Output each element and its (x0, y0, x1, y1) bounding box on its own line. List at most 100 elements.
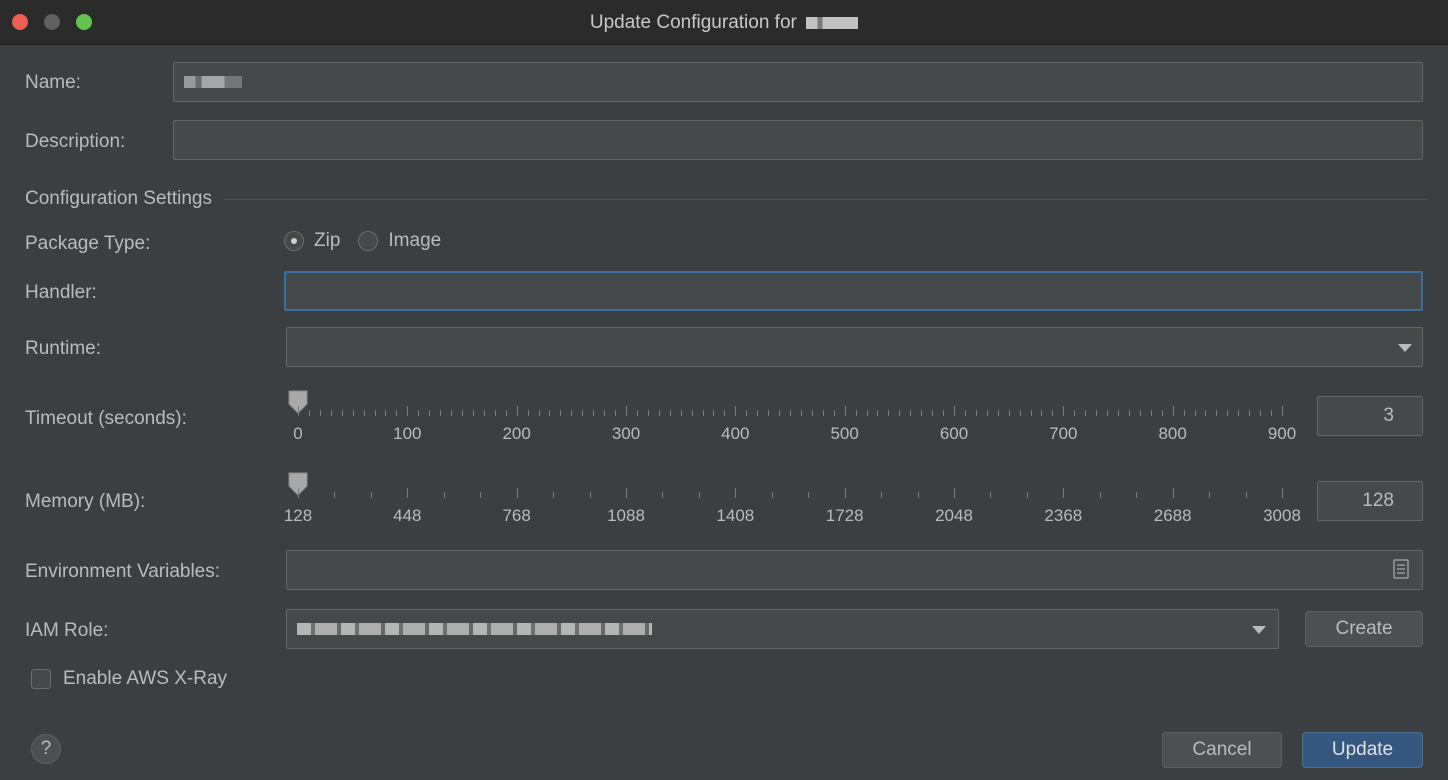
xray-label[interactable]: Enable AWS X-Ray (63, 668, 227, 690)
slider-tick (1209, 492, 1211, 498)
slider-tick (866, 410, 868, 416)
slider-tick-label: 1728 (825, 506, 864, 525)
cancel-button[interactable]: Cancel (1162, 732, 1282, 768)
slider-tick (964, 410, 966, 416)
redacted-function-name (806, 16, 859, 29)
timeout-label: Timeout (seconds): (25, 408, 187, 429)
slider-tick (790, 410, 791, 416)
slider-tick-label: 128 (283, 506, 313, 525)
slider-tick (768, 410, 770, 416)
slider-tick (822, 410, 824, 416)
timeout-ticks (298, 406, 1283, 418)
slider-tick (480, 492, 482, 498)
slider-tick (735, 488, 737, 498)
slider-tick (483, 410, 485, 416)
slider-tick (1107, 410, 1109, 416)
edit-variables-icon[interactable] (1393, 559, 1409, 579)
runtime-label: Runtime: (25, 338, 102, 359)
slider-tick (462, 410, 463, 416)
zip-radio-label[interactable]: Zip (314, 230, 340, 252)
chevron-down-icon (1252, 626, 1266, 634)
slider-tick (669, 410, 671, 416)
slider-tick (451, 410, 453, 416)
slider-tick (1271, 410, 1273, 416)
slider-tick (516, 406, 518, 416)
slider-tick (1150, 410, 1152, 416)
iam-role-dropdown[interactable] (286, 609, 1279, 649)
slider-tick (658, 410, 660, 416)
slider-tick (370, 492, 372, 498)
handler-label: Handler: (25, 282, 97, 303)
slider-tick (527, 410, 529, 416)
window-title-container: Update Configuration for (0, 12, 1448, 34)
slider-tick (1238, 410, 1240, 416)
slider-tick (1172, 406, 1174, 416)
slider-tick (713, 410, 715, 416)
slider-tick-label: 900 (1267, 424, 1297, 443)
image-radio[interactable] (358, 231, 379, 251)
slider-tick (932, 410, 934, 416)
slider-tick (1245, 492, 1247, 498)
memory-slider[interactable]: 128 448 768 1088 1408 1728 2048 2368 2688 3008 (283, 472, 1301, 532)
slider-tick (954, 488, 955, 498)
slider-tick (1136, 492, 1138, 498)
package-type-label: Package Type: (25, 233, 151, 254)
create-role-button[interactable]: Create (1305, 611, 1423, 647)
memory-label: Memory (MB): (25, 491, 146, 512)
help-button[interactable]: ? (31, 734, 61, 764)
timeout-value-field[interactable]: 3 (1317, 396, 1423, 436)
slider-tick (626, 488, 627, 498)
xray-checkbox[interactable] (31, 669, 51, 689)
slider-tick (1216, 410, 1218, 416)
timeout-slider[interactable]: 0 100 200 300 400 500 600 700 800 900 (286, 390, 1296, 450)
slider-tick (429, 410, 431, 416)
slider-tick (330, 410, 332, 416)
slider-tick (571, 410, 573, 416)
name-input[interactable] (173, 62, 1423, 102)
slider-tick (698, 492, 700, 498)
slider-tick (771, 492, 773, 498)
slider-tick (298, 488, 299, 498)
zip-radio[interactable] (284, 231, 304, 251)
slider-tick (662, 492, 664, 498)
slider-tick (855, 410, 857, 416)
runtime-dropdown[interactable] (286, 327, 1423, 367)
slider-tick-label: 700 (1049, 424, 1078, 443)
slider-tick (582, 410, 584, 416)
slider-tick (811, 410, 813, 416)
configuration-settings-section: Configuration Settings (25, 186, 1428, 212)
slider-tick (1096, 410, 1098, 416)
slider-tick (986, 410, 988, 416)
update-button[interactable]: Update (1302, 732, 1423, 768)
section-divider (223, 198, 1428, 200)
slider-tick (997, 410, 999, 416)
slider-tick (808, 492, 810, 498)
slider-tick (647, 410, 649, 416)
slider-tick (1139, 410, 1141, 416)
slider-tick (881, 492, 883, 498)
slider-tick-label: 500 (830, 424, 859, 443)
slider-tick (615, 410, 617, 416)
slider-tick (1019, 410, 1021, 416)
redacted-role-value (297, 623, 652, 635)
iam-role-label: IAM Role: (25, 620, 109, 641)
env-variables-field[interactable] (286, 550, 1423, 590)
chevron-down-icon (1398, 344, 1412, 352)
slider-tick (1085, 410, 1087, 416)
slider-tick (1041, 410, 1043, 416)
description-input[interactable] (173, 120, 1423, 160)
description-label: Description: (25, 131, 126, 152)
slider-tick (593, 410, 595, 416)
slider-tick (1282, 488, 1283, 498)
slider-tick (943, 410, 945, 416)
slider-tick-label: 200 (502, 424, 531, 443)
slider-tick (407, 488, 409, 498)
image-radio-label[interactable]: Image (388, 230, 441, 252)
slider-tick (757, 410, 759, 416)
slider-tick (626, 406, 627, 416)
handler-input[interactable] (284, 271, 1423, 311)
slider-tick (990, 492, 992, 498)
memory-value-field[interactable]: 128 (1317, 481, 1423, 521)
slider-tick (589, 492, 591, 498)
slider-tick-label: 768 (502, 506, 531, 525)
